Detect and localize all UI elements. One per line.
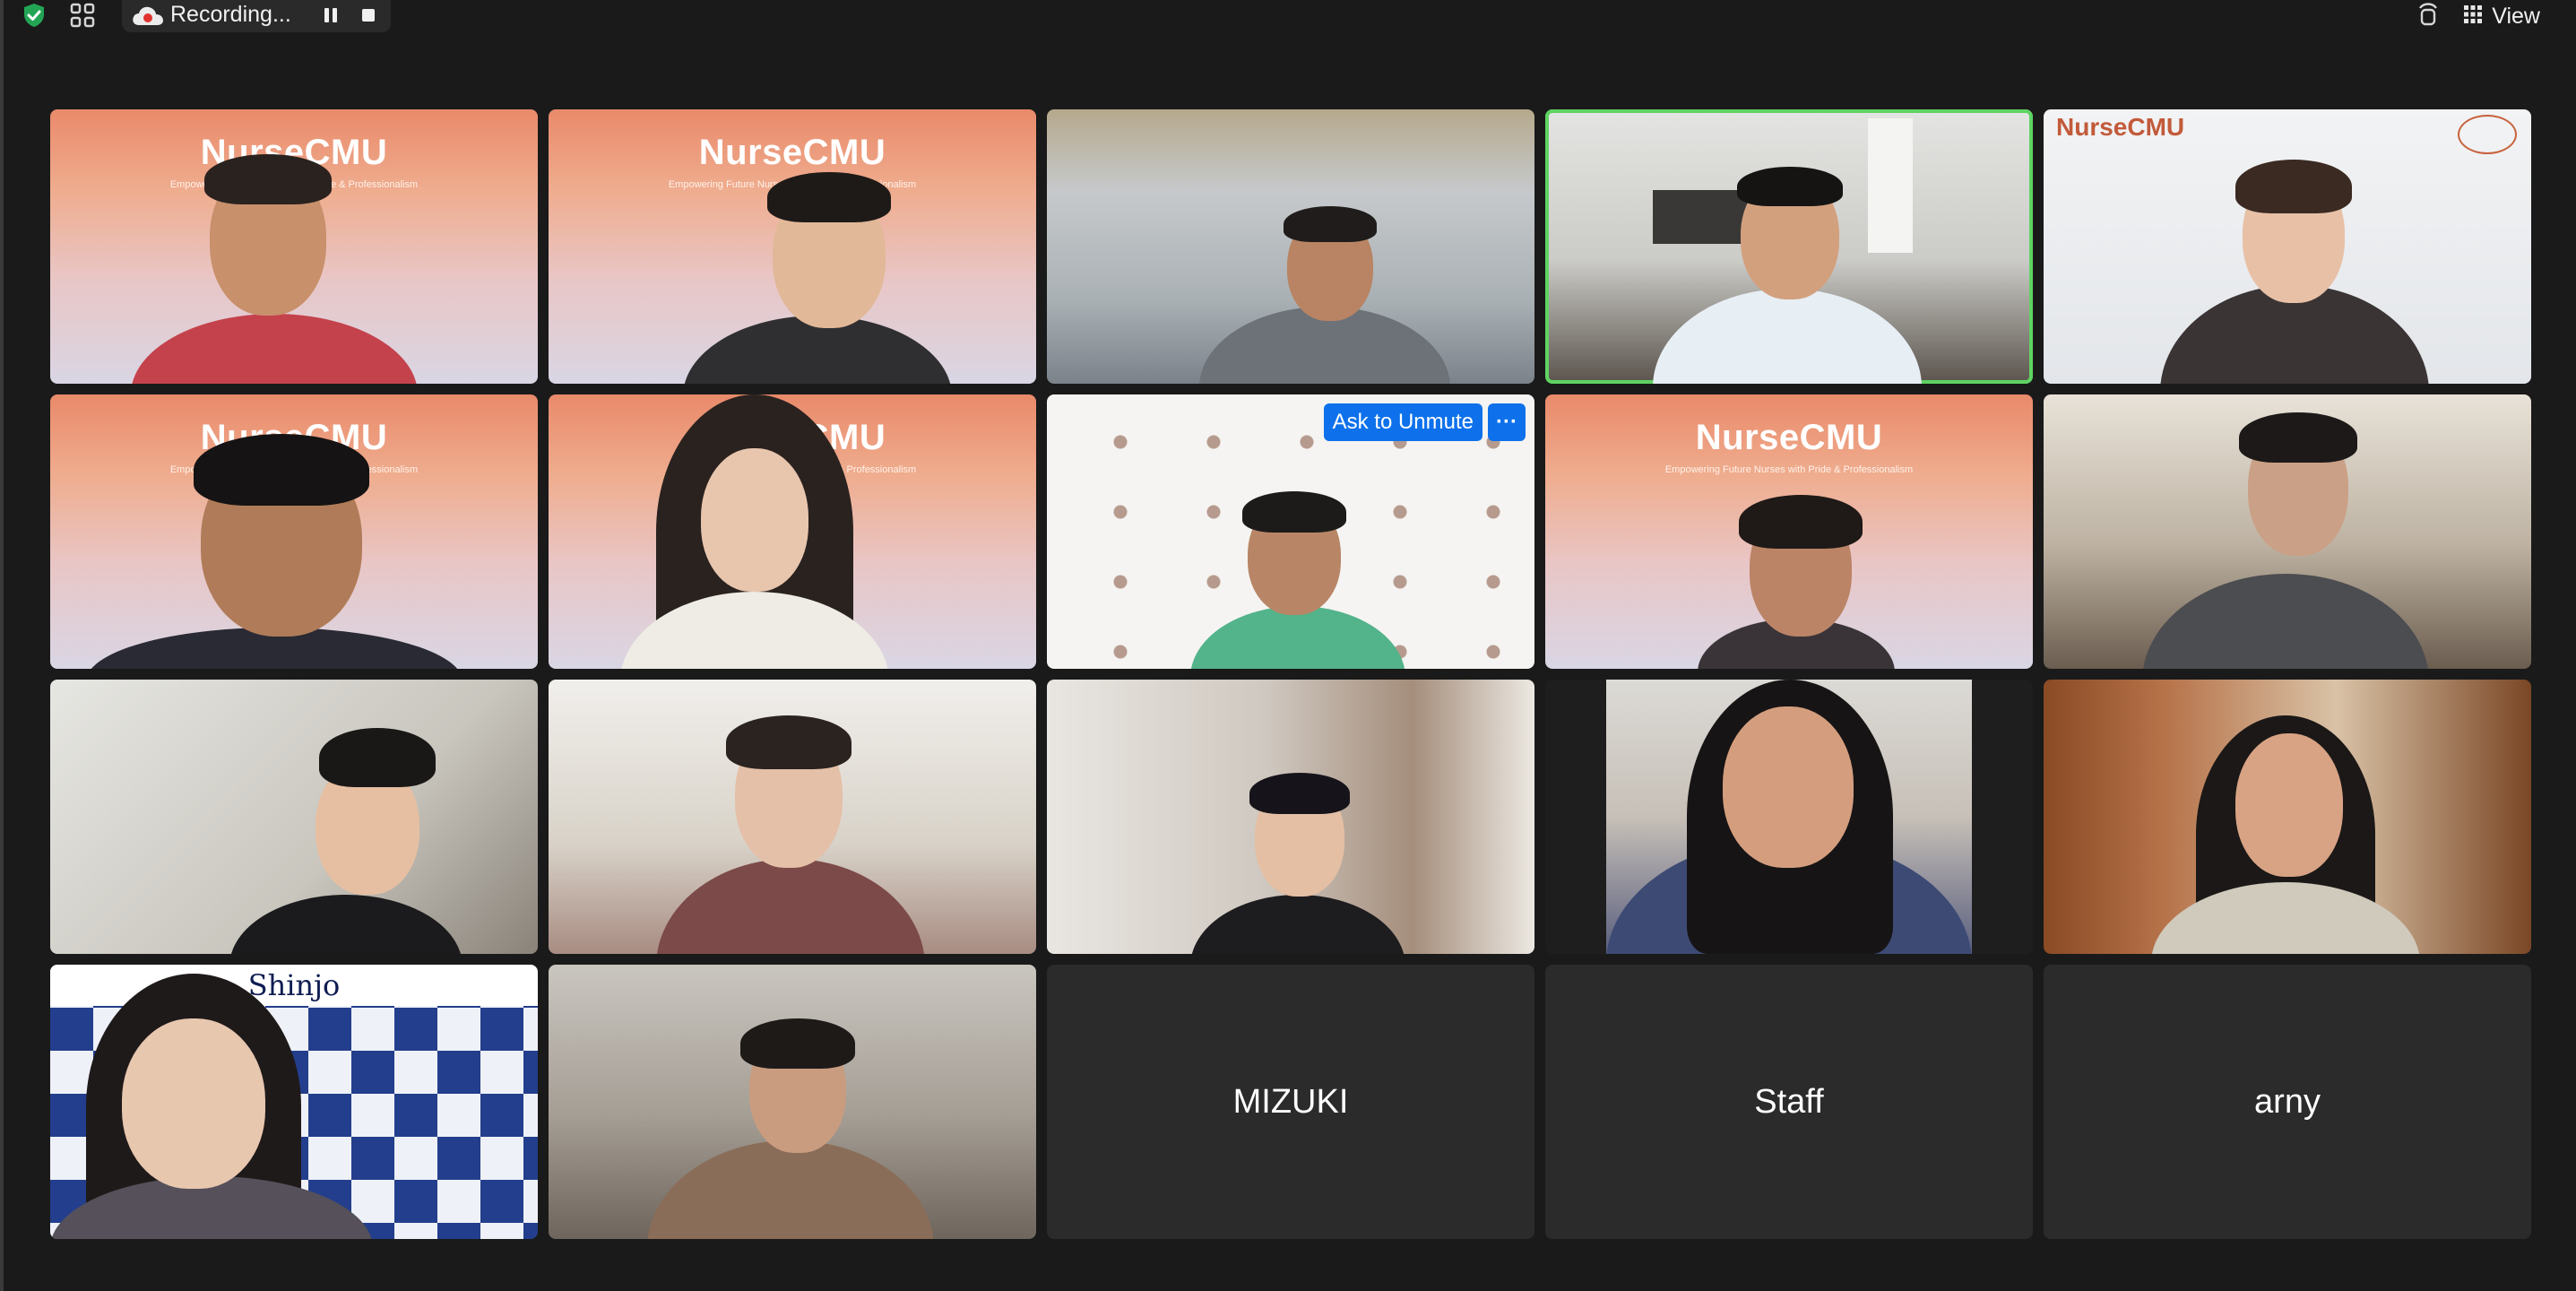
participant-video bbox=[549, 394, 1036, 669]
participant-video bbox=[1545, 394, 2033, 669]
immersive-icon bbox=[2416, 1, 2440, 32]
participant-tile[interactable]: NurseCMU Empowering Future Nurses with P… bbox=[50, 394, 538, 669]
participant-name: Staff bbox=[1754, 1082, 1824, 1121]
participant-video bbox=[2044, 109, 2531, 384]
participant-video bbox=[549, 965, 1036, 1239]
ask-to-unmute-button[interactable]: Ask to Unmute bbox=[1323, 403, 1482, 441]
participant-tile[interactable]: NurseCMU Empowering Future Nurses with P… bbox=[50, 109, 538, 384]
top-bar: Recording... View bbox=[0, 0, 2576, 36]
window-edge bbox=[0, 0, 4, 1291]
participant-tile-active-speaker[interactable] bbox=[1545, 109, 2033, 384]
participant-tile[interactable]: NurseCMU Empowering Future Nurses with P… bbox=[1545, 394, 2033, 669]
participant-gallery: NurseCMU Empowering Future Nurses with P… bbox=[50, 109, 2533, 1241]
immersive-view-button[interactable] bbox=[2406, 1, 2451, 32]
recording-label: Recording... bbox=[170, 2, 291, 27]
pause-icon bbox=[321, 8, 341, 29]
participant-video bbox=[50, 394, 538, 669]
cloud-record-icon bbox=[131, 4, 165, 33]
pause-recording-button[interactable] bbox=[321, 5, 341, 30]
participant-tile[interactable]: NurseCMU bbox=[2044, 109, 2531, 384]
participant-tile[interactable] bbox=[2044, 394, 2531, 669]
participant-video bbox=[50, 965, 538, 1239]
view-grid-icon bbox=[2463, 4, 2483, 29]
participant-tile[interactable]: Ask to Unmute ··· bbox=[1047, 394, 1534, 669]
grid-icon[interactable] bbox=[66, 0, 99, 30]
participant-video bbox=[2044, 680, 2531, 954]
participant-tile-camera-off[interactable]: MIZUKI bbox=[1047, 965, 1534, 1239]
participant-video bbox=[1545, 109, 2033, 384]
stop-recording-button[interactable] bbox=[359, 5, 378, 30]
participant-tile[interactable] bbox=[50, 680, 538, 954]
more-icon: ··· bbox=[1496, 410, 1517, 434]
participant-video bbox=[549, 680, 1036, 954]
participant-tile[interactable] bbox=[549, 965, 1036, 1239]
shield-check-icon[interactable] bbox=[18, 0, 50, 30]
participant-tile[interactable] bbox=[1047, 109, 1534, 384]
participant-tile[interactable] bbox=[1545, 680, 2033, 954]
participant-tile-camera-off[interactable]: Staff bbox=[1545, 965, 2033, 1239]
participant-video bbox=[1047, 109, 1534, 384]
participant-tile[interactable]: NurseCMU Empowering Future Nurses with P… bbox=[549, 394, 1036, 669]
participant-video bbox=[2044, 394, 2531, 669]
participant-name: arny bbox=[2254, 1082, 2321, 1121]
participant-tile-camera-off[interactable]: arny bbox=[2044, 965, 2531, 1239]
participant-tile[interactable]: Shinjo bbox=[50, 965, 538, 1239]
participant-video bbox=[549, 109, 1036, 384]
more-options-button[interactable]: ··· bbox=[1488, 403, 1526, 441]
participant-video bbox=[1606, 680, 1972, 954]
stop-icon bbox=[359, 9, 378, 29]
participant-tile[interactable] bbox=[2044, 680, 2531, 954]
participant-video bbox=[50, 680, 538, 954]
participant-name: MIZUKI bbox=[1232, 1082, 1349, 1121]
view-label: View bbox=[2492, 3, 2540, 29]
view-button[interactable]: View bbox=[2463, 4, 2540, 30]
unmute-request-controls: Ask to Unmute ··· bbox=[1323, 403, 1526, 441]
view-controls: View bbox=[2406, 0, 2540, 32]
participant-tile[interactable]: NurseCMU Empowering Future Nurses with P… bbox=[549, 109, 1036, 384]
recording-indicator: Recording... bbox=[122, 0, 391, 32]
zoom-meeting-window: Recording... View NurseCMU Empowering & … bbox=[0, 0, 2576, 1291]
participant-tile[interactable] bbox=[1047, 680, 1534, 954]
participant-video bbox=[1047, 680, 1534, 954]
participant-video bbox=[50, 109, 538, 384]
participant-tile[interactable] bbox=[549, 680, 1036, 954]
